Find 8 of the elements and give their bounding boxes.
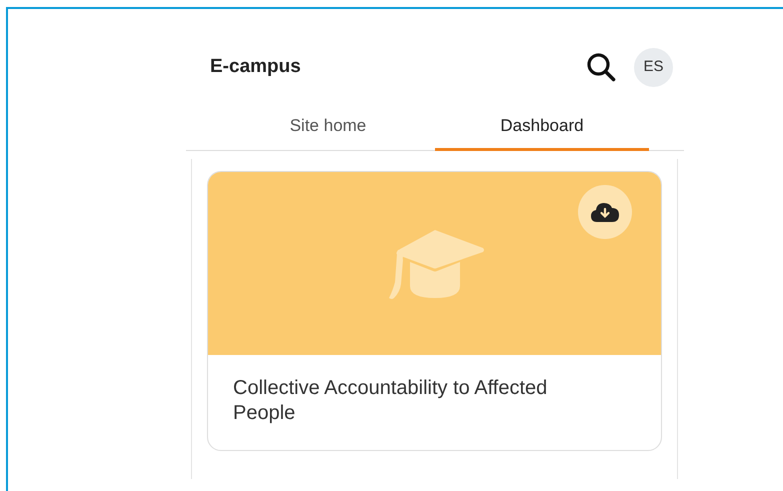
tab[interactable]: Dashboard xyxy=(435,103,649,151)
cloud-download-icon xyxy=(590,201,620,223)
site-title: E-campus xyxy=(210,54,301,79)
tab[interactable]: Site home xyxy=(221,103,435,151)
user-avatar[interactable]: ES xyxy=(634,48,673,86)
download-button[interactable] xyxy=(578,185,632,239)
course-card[interactable]: Collective Accountability to Affected People xyxy=(207,171,662,451)
course-title: Collective Accountability to Affected People xyxy=(232,376,548,426)
